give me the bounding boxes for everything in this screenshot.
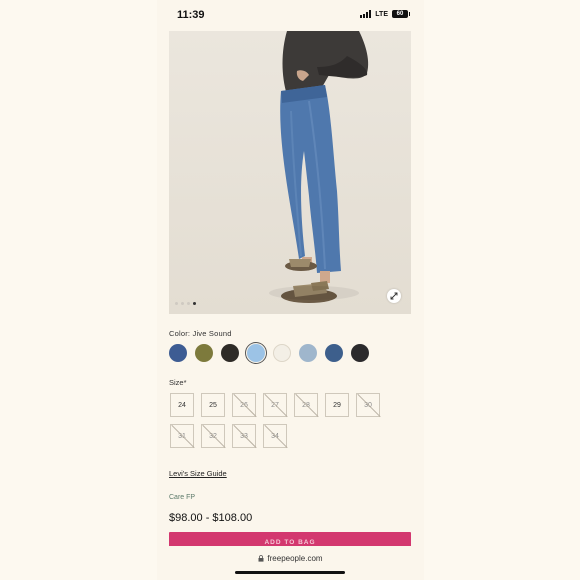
- size-option-28[interactable]: 28: [294, 393, 318, 417]
- size-option-24[interactable]: 24: [170, 393, 194, 417]
- gallery-dot[interactable]: [175, 302, 178, 305]
- lock-icon: [258, 555, 264, 564]
- size-options: 24 25 26 27 28 29 30 31 32 33 34: [170, 393, 390, 448]
- medium-blue-swatch[interactable]: [325, 344, 343, 362]
- size-option-32[interactable]: 32: [201, 424, 225, 448]
- status-indicators: LTE 60: [360, 10, 410, 18]
- add-to-bag-button[interactable]: ADD TO BAG: [169, 532, 411, 546]
- gallery-pagination: [175, 302, 196, 305]
- floor-shadow: [269, 286, 359, 300]
- gallery-dot-active[interactable]: [193, 302, 196, 305]
- battery-cap: [409, 12, 410, 16]
- network-type: LTE: [375, 10, 388, 18]
- browser-url-bar[interactable]: freepeople.com: [157, 546, 424, 580]
- size-guide-link[interactable]: Levi's Size Guide: [169, 469, 227, 478]
- gallery-dot[interactable]: [181, 302, 184, 305]
- pale-blue-swatch[interactable]: [299, 344, 317, 362]
- size-option-31[interactable]: 31: [170, 424, 194, 448]
- light-blue-swatch[interactable]: [247, 344, 265, 362]
- size-option-33[interactable]: 33: [232, 424, 256, 448]
- product-image[interactable]: [169, 31, 411, 314]
- home-indicator[interactable]: [235, 571, 345, 574]
- black-swatch[interactable]: [221, 344, 239, 362]
- cream-swatch[interactable]: [273, 344, 291, 362]
- size-option-27[interactable]: 27: [263, 393, 287, 417]
- signal-icon: [360, 10, 372, 18]
- care-label[interactable]: Care FP: [169, 494, 195, 501]
- size-label: Size*: [169, 378, 187, 387]
- size-option-26[interactable]: 26: [232, 393, 256, 417]
- status-time: 11:39: [177, 9, 205, 21]
- color-label: Color: Jive Sound: [169, 329, 232, 338]
- product-photo-illustration: [280, 31, 369, 303]
- olive-swatch[interactable]: [195, 344, 213, 362]
- url-text: freepeople.com: [267, 554, 323, 563]
- product-price: $98.00 - $108.00: [169, 512, 253, 524]
- battery-icon: 60: [392, 10, 408, 18]
- charcoal-swatch[interactable]: [351, 344, 369, 362]
- size-option-25[interactable]: 25: [201, 393, 225, 417]
- size-option-34[interactable]: 34: [263, 424, 287, 448]
- size-option-29[interactable]: 29: [325, 393, 349, 417]
- expand-image-button[interactable]: [387, 289, 401, 303]
- dark-indigo-swatch[interactable]: [169, 344, 187, 362]
- expand-icon: [390, 292, 398, 300]
- phone-screen: 11:39 LTE 60 Color: Jive Sound Size* 24 …: [157, 0, 424, 580]
- color-swatches: [169, 344, 369, 362]
- url-display: freepeople.com: [157, 554, 424, 564]
- size-option-30[interactable]: 30: [356, 393, 380, 417]
- status-bar: 11:39 LTE 60: [157, 0, 424, 30]
- gallery-dot[interactable]: [187, 302, 190, 305]
